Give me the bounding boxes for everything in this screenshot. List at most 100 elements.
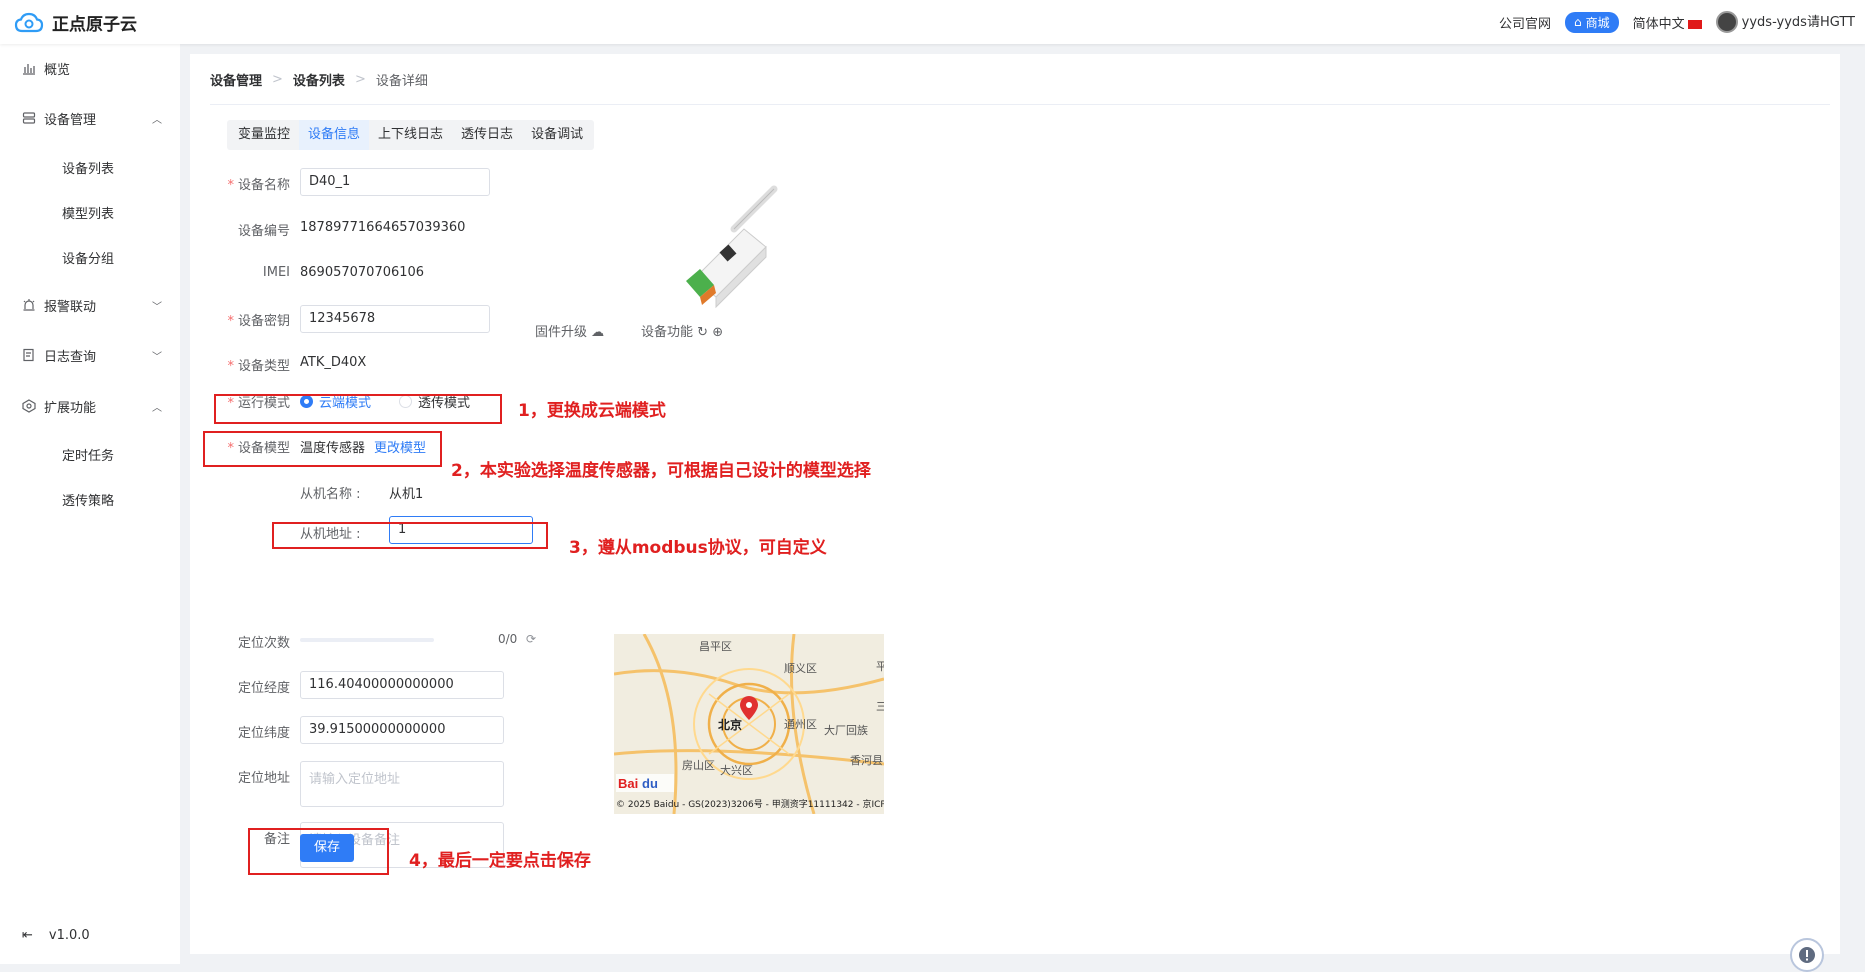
svg-text:du: du [642,776,658,791]
language-select[interactable]: 简体中文 [1633,13,1702,32]
secret-label: * 设备密钥 [227,314,290,329]
device-type-value: ATK_D40X [300,355,367,370]
map-label: 顺义区 [784,662,817,675]
latitude-input[interactable]: 39.91500000000000 [300,716,504,744]
map-label: 香河县 [850,754,883,767]
annotation-text-2: 2，本实验选择温度传感器，可根据自己设计的模型选择 [451,461,871,481]
main-panel: 设备管理 > 设备列表 > 设备详细 变量监控 设备信息 上下线日志 透传日志 … [190,54,1840,972]
company-site-link[interactable]: 公司官网 [1499,13,1551,32]
mall-button[interactable]: ⌂ 商城 [1565,11,1619,33]
sidebar-item-device-list[interactable]: 设备列表 [62,158,114,177]
sidebar-item-label: 日志查询 [44,349,97,365]
version-footer: ⇤ v1.0.0 [22,928,90,943]
device-id-label: 设备编号 [237,224,290,239]
map-label: 北京 [718,718,743,732]
slave-name-label: 从机名称 : [300,487,361,502]
sidebar-item-timed-task[interactable]: 定时任务 [62,445,114,464]
sidebar-item-label: 设备管理 [44,112,97,128]
log-icon [22,348,36,362]
svg-text:Bai: Bai [618,776,638,791]
map-label: 大兴区 [720,764,753,777]
breadcrumb: 设备管理 > 设备列表 > 设备详细 [210,70,428,89]
top-right-nav: 公司官网 ⌂ 商城 简体中文 yyds-yyds请HGTT [1499,0,1855,44]
locate-count-value: 0/0 [498,632,518,646]
chevron-down-icon: ﹀ [152,301,162,313]
map-label: 房山区 [682,759,715,772]
sidebar-item-model-list[interactable]: 模型列表 [62,203,114,222]
device-name-input[interactable]: D40_1 [300,168,490,196]
mall-label: 商城 [1585,15,1610,30]
chevron-right-icon: > [354,72,366,87]
tab-device-debug[interactable]: 设备调试 [522,120,592,150]
app-logo[interactable]: 正点原子云 [14,10,137,35]
user-name: yyds-yyds请HGTT [1741,14,1855,30]
top-bar: 正点原子云 公司官网 ⌂ 商城 简体中文 yyds-yyds请HGTT [0,0,1865,44]
collapse-menu-icon[interactable]: ⇤ [22,928,33,943]
locate-count-label: 定位次数 [237,636,290,651]
sidebar-item-label: 概览 [44,62,71,78]
sidebar-item-device-group[interactable]: 设备分组 [62,248,114,267]
device-name-label: * 设备名称 [227,178,290,193]
language-label: 简体中文 [1632,16,1685,32]
sidebar-item-overview[interactable]: 概览 [0,48,180,88]
chart-icon [22,61,36,75]
annotation-box-save [248,828,389,875]
chevron-up-icon: ︿ [152,402,162,414]
help-button[interactable] [1790,938,1824,972]
avatar [1715,11,1738,34]
sidebar-item-log[interactable]: 日志查询 ﹀ [0,335,180,375]
latitude-label: 定位纬度 [237,726,290,741]
device-type-label: * 设备类型 [227,359,290,374]
cloud-upload-icon: ☁ [591,325,605,340]
firmware-upgrade-button[interactable]: 固件升级 ☁ [535,321,604,340]
cloud-logo-icon [14,12,44,32]
slave-name-value: 从机1 [389,487,424,502]
breadcrumb-device-list[interactable]: 设备列表 [293,70,345,89]
map-label: 平 [876,660,884,673]
sidebar-item-alarm[interactable]: 报警联动 ﹀ [0,285,180,325]
map-label: 大厂回族 [824,724,868,737]
breadcrumb-device-management[interactable]: 设备管理 [210,70,262,89]
chevron-up-icon: ︿ [152,114,162,126]
secret-input[interactable]: 12345678 [300,305,490,333]
sidebar-item-label: 报警联动 [44,299,97,315]
version-label: v1.0.0 [48,928,90,943]
tab-online-log[interactable]: 上下线日志 [369,120,452,150]
sidebar-item-device-management[interactable]: 设备管理 ︿ [0,98,180,138]
baidu-map[interactable]: Bai du 昌平区 顺义区 北京 通州区 大厂回族 房山区 大兴区 香河县 平… [614,634,884,814]
refresh-icon[interactable]: ⟳ [526,632,536,646]
tab-device-info[interactable]: 设备信息 [299,120,370,150]
device-id-value: 18789771664657039360 [300,220,466,235]
extension-icon [22,399,36,413]
divider [210,104,1830,105]
breadcrumb-device-detail: 设备详细 [375,74,428,89]
longitude-input[interactable]: 116.40400000000000 [300,671,504,699]
sidebar-item-passthrough-policy[interactable]: 透传策略 [62,490,114,509]
map-label: 昌平区 [699,640,732,653]
device-function-button[interactable]: 设备功能 ↻ ⊕ [641,321,723,340]
tab-passthrough-log[interactable]: 透传日志 [452,120,522,150]
info-icon [1799,947,1815,963]
locate-progress-bar [300,638,434,642]
flag-icon [1687,19,1702,29]
logo-text: 正点原子云 [52,15,137,35]
map-copyright: © 2025 Baidu - GS(2023)3206号 - 甲测资字11111… [616,800,884,810]
address-label: 定位地址 [237,771,290,786]
alarm-icon [22,298,36,312]
sidebar-item-extension[interactable]: 扩展功能 ︿ [0,386,180,426]
map-label: 三 [876,700,884,713]
address-textarea[interactable]: 请输入定位地址 [300,761,504,807]
annotation-box-slave-address [272,522,548,549]
chevron-right-icon: > [272,72,283,87]
map-label: 通州区 [784,718,817,731]
device-icon [22,111,36,125]
refresh-icon[interactable]: ↻ [697,325,708,340]
tab-bar: 变量监控 设备信息 上下线日志 透传日志 设备调试 [227,120,595,150]
user-menu[interactable]: yyds-yyds请HGTT [1715,11,1855,34]
imei-value: 869057070706106 [300,265,425,280]
tab-variable-monitor[interactable]: 变量监控 [229,120,299,150]
annotation-text-3: 3，遵从modbus协议，可自定义 [569,538,827,558]
shop-icon: ⌂ [1574,15,1582,29]
sidebar: 概览 设备管理 ︿ 设备列表 模型列表 设备分组 报警联动 ﹀ 日志查询 ﹀ 扩… [0,44,180,964]
locate-icon[interactable]: ⊕ [712,325,723,340]
